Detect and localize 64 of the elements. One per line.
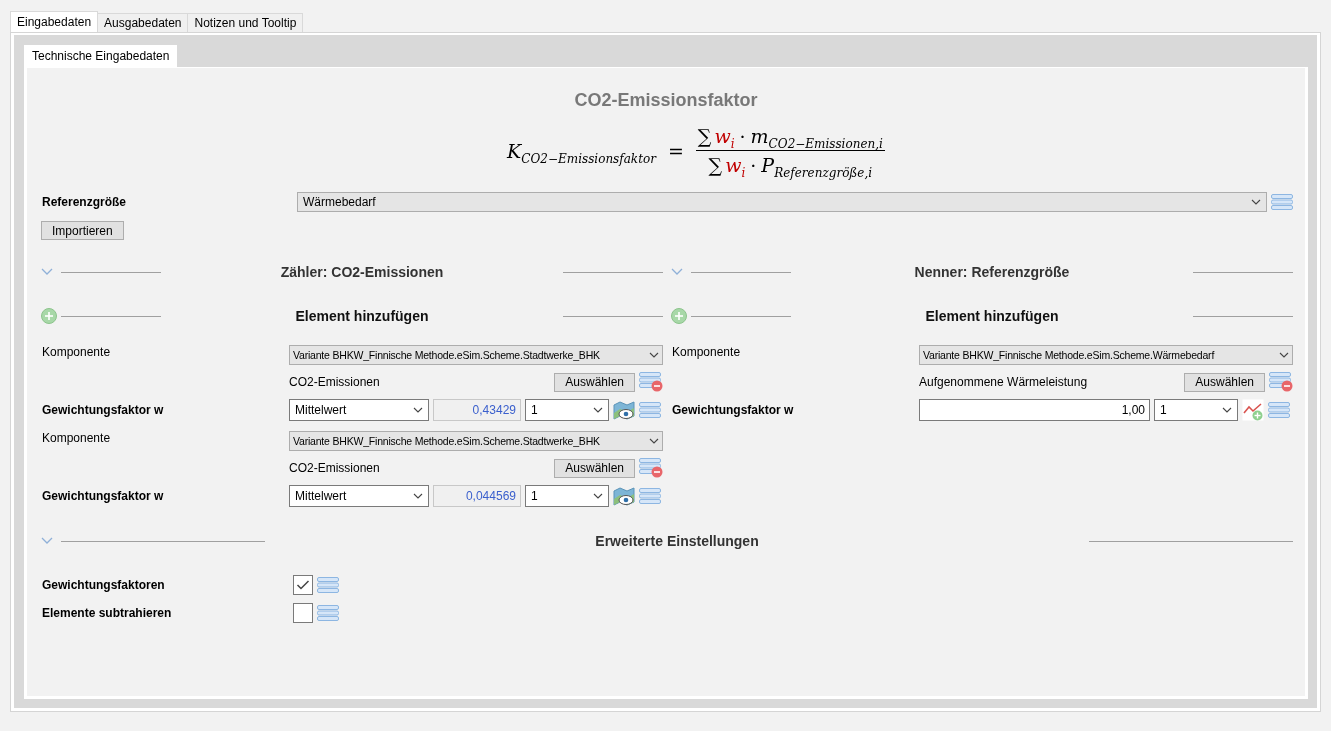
checkmark-icon <box>296 579 310 591</box>
weight-input[interactable]: 1,00 <box>919 399 1150 421</box>
map-eye-icon[interactable] <box>613 399 635 421</box>
import-button[interactable]: Importieren <box>41 221 124 240</box>
field-label: Komponente <box>41 431 112 445</box>
quantity-label: Aufgenommene Wärmeleistung <box>919 375 1089 389</box>
caret-icon <box>649 438 659 444</box>
section-title: Nenner: Referenzgröße <box>913 264 1071 280</box>
weight-value: 0,43429 <box>433 399 521 421</box>
component-dropdown[interactable]: Variante BHKW_Finnische Methode.eSim.Scheme.Wärmebedarf <box>919 345 1293 365</box>
field-label: Gewichtungsfaktor w <box>671 403 795 417</box>
field-label: Komponente <box>41 345 112 359</box>
caret-icon <box>1222 407 1232 413</box>
component-dropdown[interactable]: Variante BHKW_Finnische Methode.eSim.Scheme.Stadtwerke_BHK <box>289 431 663 451</box>
section-title: Element hinzufügen <box>924 308 1060 324</box>
map-eye-icon[interactable] <box>613 485 635 507</box>
caret-icon <box>593 407 603 413</box>
list-icon[interactable] <box>317 605 339 621</box>
caret-icon <box>593 493 603 499</box>
page-title: CO2-Emissionsfaktor <box>573 90 759 111</box>
field-label: Referenzgröße <box>41 195 128 209</box>
section-title: Zähler: CO2-Emissionen <box>279 264 445 280</box>
line-chart-add-icon[interactable] <box>1242 399 1264 421</box>
field-label: Gewichtungsfaktor w <box>41 489 165 503</box>
weight-value: 0,044569 <box>433 485 521 507</box>
caret-icon <box>413 493 423 499</box>
select-button[interactable]: Auswählen <box>554 458 635 478</box>
multiplier-dropdown[interactable]: 1 <box>1154 399 1238 421</box>
section-title: Erweiterte Einstellungen <box>594 533 760 549</box>
caret-icon <box>649 352 659 358</box>
multiplier-dropdown[interactable]: 1 <box>525 485 609 507</box>
option-label: Gewichtungsfaktoren <box>41 578 166 592</box>
tab[interactable]: Ausgabedaten <box>97 13 189 32</box>
component-dropdown[interactable]: Variante BHKW_Finnische Methode.eSim.Scheme.Stadtwerke_BHK <box>289 345 663 365</box>
checkbox[interactable] <box>293 603 313 623</box>
quantity-label: CO2-Emissionen <box>289 461 381 475</box>
tab[interactable]: Eingabedaten <box>10 11 99 32</box>
select-button[interactable]: Auswählen <box>554 372 635 392</box>
tab[interactable]: Notizen und Tooltip <box>187 13 304 32</box>
list-remove-icon[interactable] <box>1269 372 1293 392</box>
caret-icon <box>1251 199 1261 205</box>
quantity-label: CO2-Emissionen <box>289 375 381 389</box>
chevron-down-icon[interactable] <box>41 268 53 276</box>
field-label: Komponente <box>671 345 742 359</box>
mode-dropdown[interactable]: Mittelwert <box>289 399 429 421</box>
add-icon[interactable] <box>41 308 57 324</box>
reference-dropdown[interactable]: Wärmebedarf <box>297 192 1267 212</box>
caret-icon <box>413 407 423 413</box>
list-remove-icon[interactable] <box>639 458 663 478</box>
mode-dropdown[interactable]: Mittelwert <box>289 485 429 507</box>
field-label: Gewichtungsfaktor w <box>41 403 165 417</box>
list-icon[interactable] <box>1268 402 1290 418</box>
tab[interactable]: Technische Eingabedaten <box>24 45 178 67</box>
list-remove-icon[interactable] <box>639 372 663 392</box>
checkbox[interactable] <box>293 575 313 595</box>
multiplier-dropdown[interactable]: 1 <box>525 399 609 421</box>
add-icon[interactable] <box>671 308 687 324</box>
select-button[interactable]: Auswählen <box>1184 372 1265 392</box>
chevron-down-icon[interactable] <box>671 268 683 276</box>
list-icon[interactable] <box>1271 194 1293 210</box>
caret-icon <box>1279 352 1289 358</box>
option-label: Elemente subtrahieren <box>41 606 173 620</box>
chevron-down-icon[interactable] <box>41 537 53 545</box>
section-title: Element hinzufügen <box>294 308 430 324</box>
